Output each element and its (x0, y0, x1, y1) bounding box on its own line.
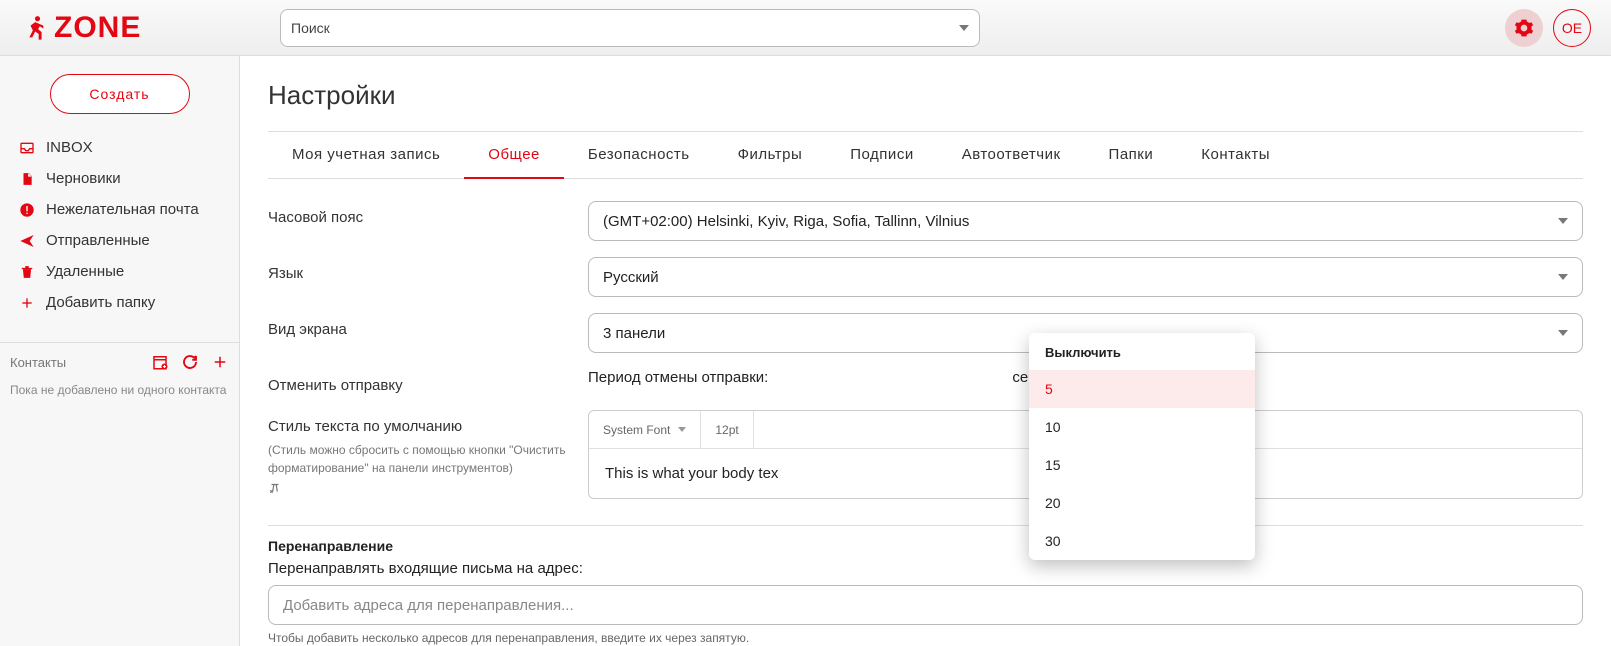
dropdown-option-10[interactable]: 10 (1029, 408, 1255, 446)
chevron-down-icon (1558, 330, 1568, 336)
tab-безопасность[interactable]: Безопасность (564, 132, 714, 178)
sidebar-folder-spam[interactable]: Нежелательная почта (0, 194, 239, 225)
language-label: Язык (268, 257, 588, 282)
undo-send-label: Отменить отправку (268, 369, 588, 394)
dropdown-header: Выключить (1029, 333, 1255, 370)
draft-icon (18, 171, 36, 187)
gear-icon (1514, 18, 1534, 38)
dropdown-option-20[interactable]: 20 (1029, 484, 1255, 522)
plus-icon (18, 295, 36, 311)
sidebar-folder-inbox[interactable]: INBOX (0, 132, 239, 163)
chevron-down-icon (1558, 218, 1568, 224)
default-style-hint: (Стиль можно сбросить с помощью кнопки "… (268, 441, 588, 477)
sidebar-folder-draft[interactable]: Черновики (0, 163, 239, 194)
inbox-icon (18, 140, 36, 156)
tab-общее[interactable]: Общее (464, 132, 564, 179)
tab-подписи[interactable]: Подписи (826, 132, 937, 178)
chevron-down-icon (678, 427, 686, 432)
compose-button[interactable]: Создать (50, 74, 190, 114)
main-content: Настройки Моя учетная записьОбщееБезопас… (240, 56, 1611, 646)
forward-hint: Чтобы добавить несколько адресов для пер… (268, 631, 1583, 645)
logo-text: ZONE (54, 13, 141, 43)
tab-автоответчик[interactable]: Автоответчик (938, 132, 1085, 178)
contacts-title: Контакты (10, 355, 66, 370)
contacts-empty-text: Пока не добавлено ни одного контакта (0, 375, 239, 405)
forward-section-title: Перенаправление (268, 538, 1583, 554)
refresh-icon[interactable] (181, 353, 199, 371)
undo-seconds-dropdown: Выключить 510152030 (1029, 333, 1255, 560)
language-select[interactable]: Русский (588, 257, 1583, 297)
default-style-label: Стиль текста по умолчанию (268, 418, 588, 435)
tab-контакты[interactable]: Контакты (1177, 132, 1294, 178)
chevron-down-icon (1558, 274, 1568, 280)
page-title: Настройки (268, 80, 1583, 111)
divider (268, 525, 1583, 526)
forward-address-input[interactable] (268, 585, 1583, 625)
search-input[interactable]: Поиск (280, 9, 980, 47)
trash-icon (18, 264, 36, 280)
sent-icon (18, 233, 36, 249)
sidebar: Создать INBOXЧерновикиНежелательная почт… (0, 56, 240, 646)
add-folder-button[interactable]: Добавить папку (0, 287, 239, 318)
dropdown-option-15[interactable]: 15 (1029, 446, 1255, 484)
sidebar-folder-sent[interactable]: Отправленные (0, 225, 239, 256)
settings-button[interactable] (1505, 9, 1543, 47)
logo[interactable]: ZONE (20, 13, 240, 43)
tab-папки[interactable]: Папки (1085, 132, 1178, 178)
tab-фильтры[interactable]: Фильтры (714, 132, 827, 178)
dropdown-option-5[interactable]: 5 (1029, 370, 1255, 408)
timezone-label: Часовой пояс (268, 201, 588, 226)
tab-моя-учетная-запись[interactable]: Моя учетная запись (268, 132, 464, 178)
settings-tabs: Моя учетная записьОбщееБезопасностьФильт… (268, 131, 1583, 179)
chevron-down-icon (959, 25, 969, 31)
forward-section-sub: Перенаправлять входящие письма на адрес: (268, 560, 1583, 577)
avatar[interactable]: OE (1553, 9, 1591, 47)
undo-period-label: Период отмены отправки: (588, 369, 768, 386)
spam-icon (18, 202, 36, 218)
screen-view-label: Вид экрана (268, 313, 588, 338)
font-family-select[interactable]: System Font (589, 411, 701, 448)
timezone-select[interactable]: (GMT+02:00) Helsinki, Kyiv, Riga, Sofia,… (588, 201, 1583, 241)
clear-format-icon (268, 481, 282, 495)
calendar-icon[interactable] (151, 353, 169, 371)
sidebar-folder-trash[interactable]: Удаленные (0, 256, 239, 287)
runner-icon (20, 14, 48, 42)
add-contact-icon[interactable] (211, 353, 229, 371)
font-size-select[interactable]: 12pt (701, 411, 753, 448)
dropdown-option-30[interactable]: 30 (1029, 522, 1255, 560)
app-header: ZONE Поиск OE (0, 0, 1611, 56)
